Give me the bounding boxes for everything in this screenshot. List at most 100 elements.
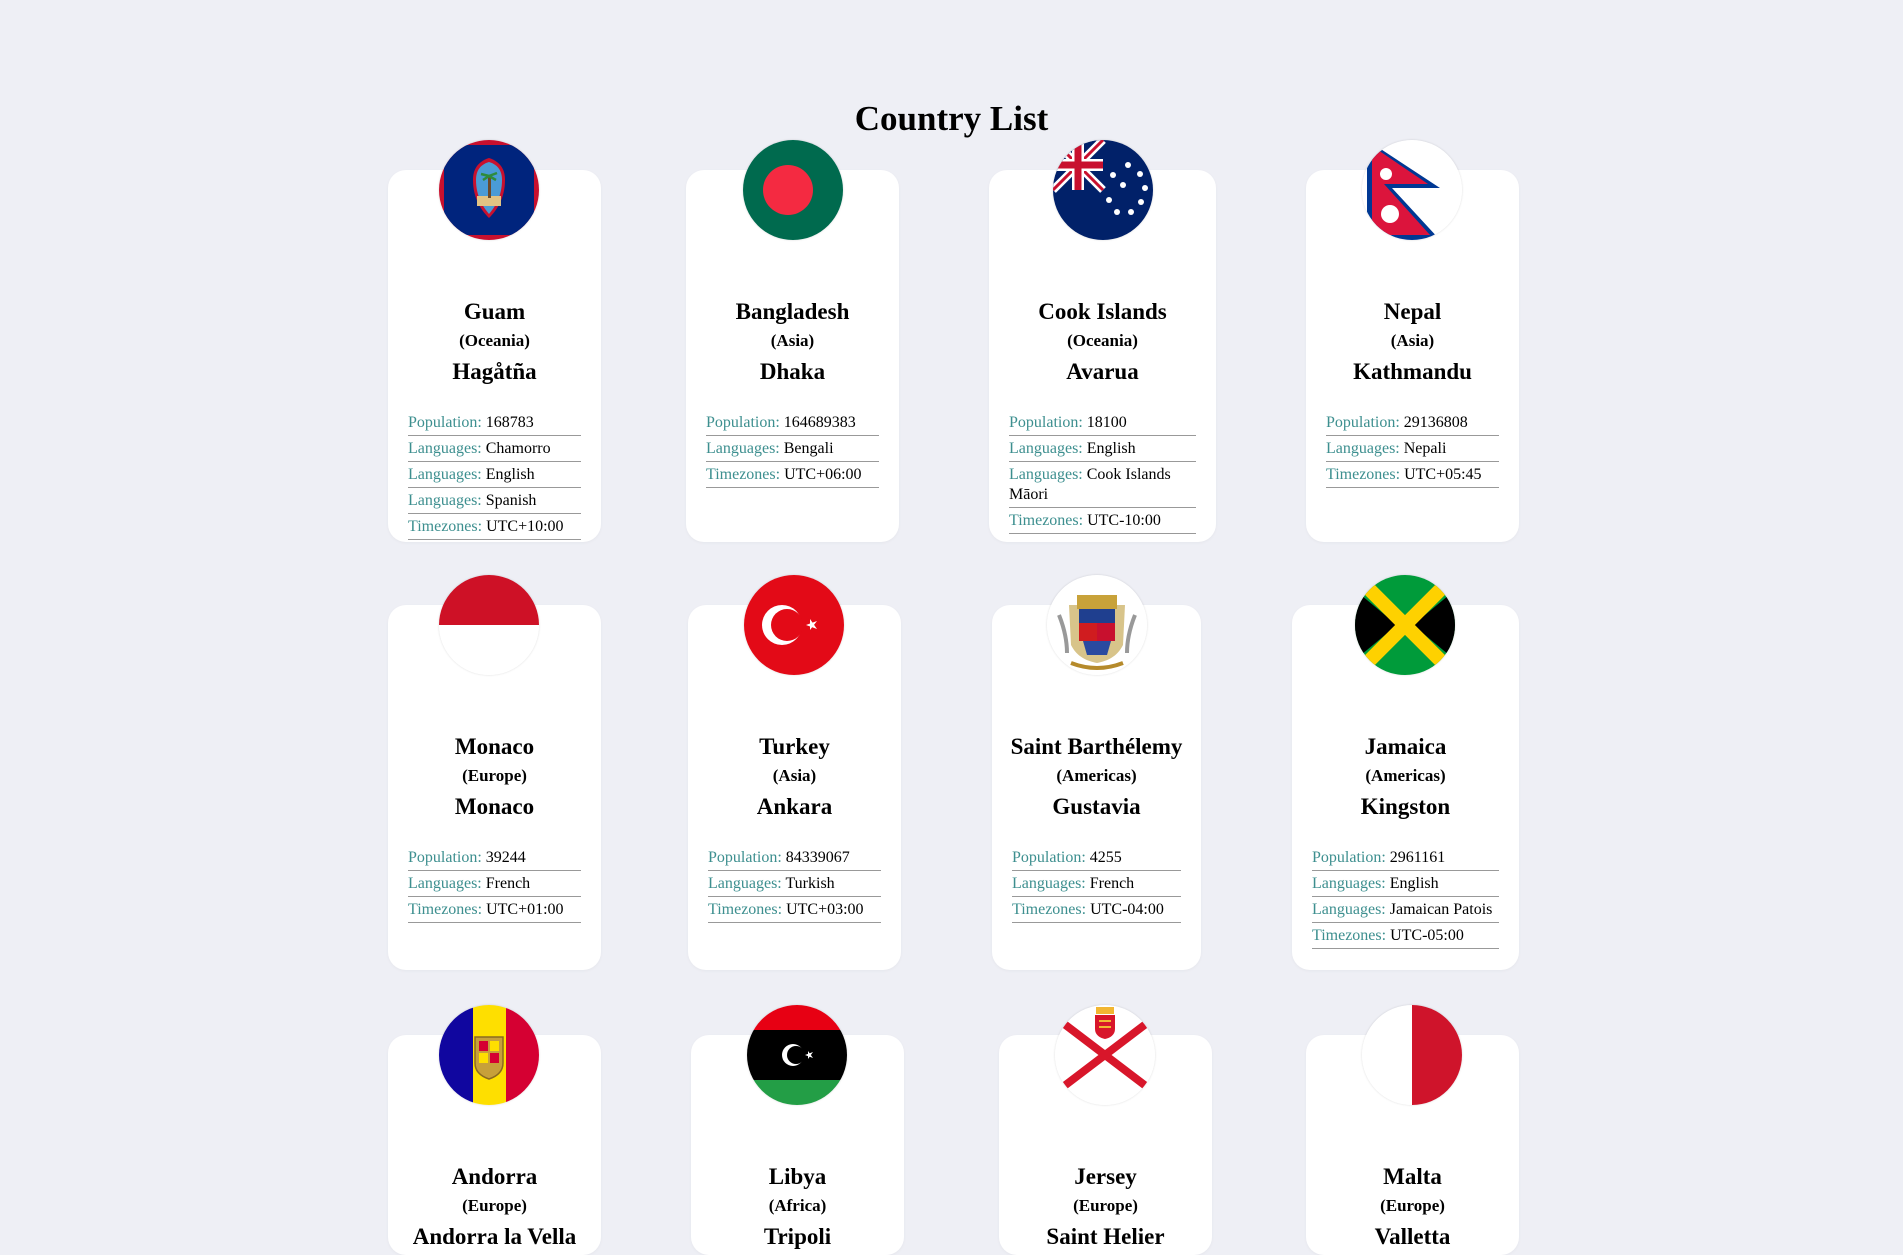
stat-value: French: [485, 875, 531, 892]
country-region: (Europe): [462, 1196, 527, 1215]
jersey-flag-icon: [1055, 1005, 1155, 1105]
stat-label: Languages:: [408, 466, 482, 483]
stat-row: Timezones: UTC+01:00: [408, 897, 581, 923]
stat-row: Languages: French: [1012, 871, 1181, 897]
stat-label: Languages:: [1009, 440, 1083, 457]
stat-value: Bengali: [783, 440, 834, 457]
country-name: Jersey: [1074, 1164, 1137, 1189]
stat-row: Languages: French: [408, 871, 581, 897]
country-region: (Americas): [1056, 766, 1137, 785]
country-capital: Andorra la Vella: [412, 1224, 577, 1249]
stat-row: Population: 168783: [408, 410, 581, 436]
stat-label: Population:: [1009, 414, 1083, 431]
malta-flag-icon: [1362, 1005, 1462, 1105]
stat-value: 84339067: [785, 849, 850, 866]
stat-row: Timezones: UTC-05:00: [1312, 923, 1499, 949]
country-region: (Asia): [1390, 331, 1435, 350]
stat-label: Languages:: [408, 440, 482, 457]
stat-row: Population: 2961161: [1312, 845, 1499, 871]
stat-row: Languages: English: [1312, 871, 1499, 897]
country-name: Libya: [768, 1164, 827, 1189]
country-name: Cook Islands: [1038, 299, 1167, 324]
country-region: (Americas): [1365, 766, 1446, 785]
stat-value: Turkish: [785, 875, 835, 892]
country-name: Guam: [463, 299, 526, 324]
stat-label: Population:: [1326, 414, 1400, 431]
country-stats: Population: 18100 Languages: English Langu…: [1009, 410, 1196, 534]
libya-flag-icon: [747, 1005, 847, 1105]
country-stats: Population: 2961161 Languages: English Lan…: [1312, 845, 1499, 949]
country-capital: Saint Helier: [1046, 1224, 1165, 1249]
stat-value: 164689383: [783, 414, 856, 431]
stat-row: Population: 18100: [1009, 410, 1196, 436]
stat-row: Languages: Bengali: [706, 436, 879, 462]
country-name: Bangladesh: [735, 299, 850, 324]
stat-row: Timezones: UTC+06:00: [706, 462, 879, 488]
stat-label: Timezones:: [1312, 927, 1387, 944]
stat-value: UTC-04:00: [1090, 901, 1164, 918]
stat-label: Languages:: [708, 875, 782, 892]
stat-label: Languages:: [1012, 875, 1086, 892]
stat-row: Timezones: UTC+03:00: [708, 897, 881, 923]
stat-row: Timezones: UTC-04:00: [1012, 897, 1181, 923]
country-capital: Dhaka: [759, 359, 826, 384]
country-region: (Asia): [770, 331, 815, 350]
country-region: (Asia): [772, 766, 817, 785]
country-name: Nepal: [1383, 299, 1442, 324]
stat-value: UTC+10:00: [486, 518, 564, 535]
stat-row: Timezones: UTC-10:00: [1009, 508, 1196, 534]
stat-value: UTC+05:45: [1404, 466, 1482, 483]
country-stats: Population: 4255 Languages: French Timezon…: [1012, 845, 1181, 923]
stat-label: Languages:: [1312, 901, 1386, 918]
nepal-flag-icon: [1362, 140, 1462, 240]
stat-label: Languages:: [408, 492, 482, 509]
stat-value: 2961161: [1389, 849, 1446, 866]
stat-value: Spanish: [485, 492, 537, 509]
stat-value: 4255: [1089, 849, 1122, 866]
stat-value: UTC+01:00: [486, 901, 564, 918]
country-capital: Tripoli: [763, 1224, 832, 1249]
stat-value: UTC+03:00: [786, 901, 864, 918]
stat-row: Population: 84339067: [708, 845, 881, 871]
guam-flag-icon: [439, 140, 539, 240]
country-name: Andorra: [451, 1164, 538, 1189]
stat-label: Timezones:: [1326, 466, 1401, 483]
country-name: Jamaica: [1364, 734, 1447, 759]
country-stats: Population: 29136808 Languages: Nepali Tim…: [1326, 410, 1499, 488]
country-region: (Oceania): [459, 331, 530, 350]
country-stats: Population: 168783 Languages: Chamorro Lan…: [408, 410, 581, 540]
country-name: Turkey: [759, 734, 830, 759]
stat-value: English: [485, 466, 535, 483]
stat-label: Population:: [1012, 849, 1086, 866]
page-title: Country List: [854, 99, 1049, 138]
country-region: (Oceania): [1067, 331, 1138, 350]
cook-islands-flag-icon: [1053, 140, 1153, 240]
stat-value: English: [1389, 875, 1439, 892]
country-name: Saint Barthélemy: [1010, 734, 1183, 759]
country-region: (Europe): [462, 766, 527, 785]
stat-value: 29136808: [1403, 414, 1468, 431]
monaco-flag-icon: [439, 575, 539, 675]
stat-value: French: [1089, 875, 1135, 892]
stat-row: Population: 164689383: [706, 410, 879, 436]
country-name: Monaco: [454, 734, 535, 759]
stat-row: Languages: Turkish: [708, 871, 881, 897]
stat-label: Languages:: [1326, 440, 1400, 457]
stat-row: Languages: Jamaican Patois: [1312, 897, 1499, 923]
country-capital: Monaco: [454, 794, 535, 819]
stat-row: Languages: Spanish: [408, 488, 581, 514]
stat-row: Languages: Cook Islands Māori: [1009, 462, 1196, 508]
country-region: (Europe): [1073, 1196, 1138, 1215]
bangladesh-flag-icon: [743, 140, 843, 240]
andorra-flag-icon: [439, 1005, 539, 1105]
stat-label: Timezones:: [1009, 512, 1084, 529]
country-region: (Europe): [1380, 1196, 1445, 1215]
stat-row: Population: 39244: [408, 845, 581, 871]
stat-label: Timezones:: [708, 901, 783, 918]
stat-row: Languages: Chamorro: [408, 436, 581, 462]
stat-label: Languages:: [706, 440, 780, 457]
stat-label: Timezones:: [408, 518, 483, 535]
stat-value: UTC+06:00: [784, 466, 862, 483]
country-region: (Africa): [768, 1196, 827, 1215]
stat-row: Timezones: UTC+05:45: [1326, 462, 1499, 488]
